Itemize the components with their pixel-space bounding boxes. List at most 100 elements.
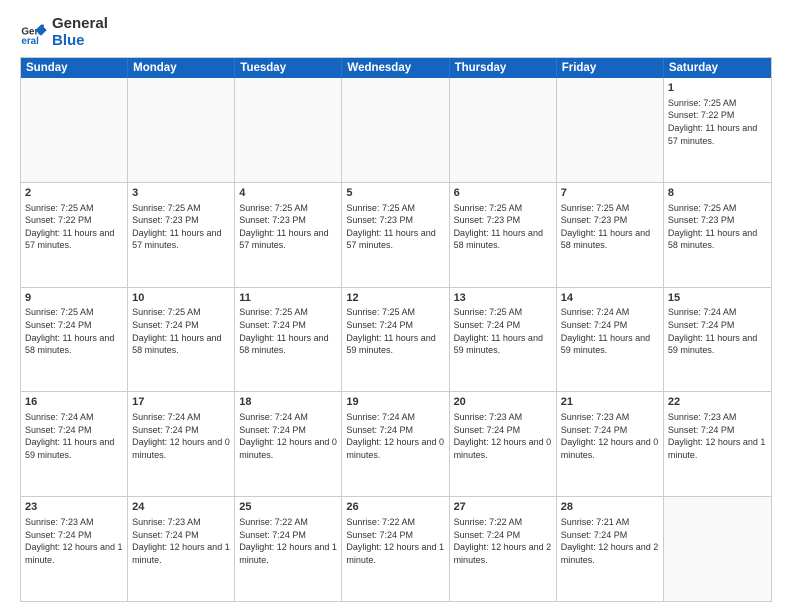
- day-cell-23: 23Sunrise: 7:23 AM Sunset: 7:24 PM Dayli…: [21, 497, 128, 601]
- day-cell-19: 19Sunrise: 7:24 AM Sunset: 7:24 PM Dayli…: [342, 392, 449, 496]
- day-info: Sunrise: 7:23 AM Sunset: 7:24 PM Dayligh…: [668, 411, 767, 461]
- day-info: Sunrise: 7:25 AM Sunset: 7:24 PM Dayligh…: [25, 306, 123, 356]
- svg-text:eral: eral: [21, 36, 39, 47]
- empty-cell: [450, 78, 557, 182]
- header-cell-thursday: Thursday: [450, 58, 557, 78]
- day-info: Sunrise: 7:22 AM Sunset: 7:24 PM Dayligh…: [346, 516, 444, 566]
- calendar-row: 16 Sunrise: 7:24 AM Sunset: 7:24 PM Dayli…: [21, 392, 771, 497]
- calendar: SundayMondayTuesdayWednesdayThursdayFrid…: [20, 57, 772, 602]
- day-cell-14: 14Sunrise: 7:24 AM Sunset: 7:24 PM Dayli…: [557, 288, 664, 392]
- header-cell-sunday: Sunday: [21, 58, 128, 78]
- day-info: Sunrise: 7:24 AM Sunset: 7:24 PM Dayligh…: [561, 306, 659, 356]
- day-number: 6: [454, 186, 552, 201]
- day-number: 17: [132, 395, 230, 410]
- day-info: Sunrise: 7:24 AM Sunset: 7:24 PM Dayligh…: [132, 411, 230, 461]
- header-cell-wednesday: Wednesday: [342, 58, 449, 78]
- day-info: Sunrise: 7:25 AM Sunset: 7:24 PM Dayligh…: [132, 306, 230, 356]
- day-cell-3: 3Sunrise: 7:25 AM Sunset: 7:23 PM Daylig…: [128, 183, 235, 287]
- day-number: 18: [239, 395, 337, 410]
- day-cell-5: 5Sunrise: 7:25 AM Sunset: 7:23 PM Daylig…: [342, 183, 449, 287]
- header-cell-monday: Monday: [128, 58, 235, 78]
- day-number: 15: [668, 291, 767, 306]
- day-info: Sunrise: 7:21 AM Sunset: 7:24 PM Dayligh…: [561, 516, 659, 566]
- day-cell-12: 12Sunrise: 7:25 AM Sunset: 7:24 PM Dayli…: [342, 288, 449, 392]
- day-number: 16: [25, 395, 123, 410]
- header-cell-saturday: Saturday: [664, 58, 771, 78]
- logo: Gen eral General Blue: [20, 16, 108, 49]
- day-number: 19: [346, 395, 444, 410]
- day-cell-27: 27Sunrise: 7:22 AM Sunset: 7:24 PM Dayli…: [450, 497, 557, 601]
- day-info: Sunrise: 7:24 AM Sunset: 7:24 PM Dayligh…: [346, 411, 444, 461]
- calendar-row: 1Sunrise: 7:25 AM Sunset: 7:22 PM Daylig…: [21, 78, 771, 183]
- day-info: Sunrise: 7:23 AM Sunset: 7:24 PM Dayligh…: [561, 411, 659, 461]
- day-number: 11: [239, 291, 337, 306]
- logo-blue: Blue: [52, 33, 108, 50]
- empty-cell: [664, 497, 771, 601]
- day-number: 26: [346, 500, 444, 515]
- day-info: Sunrise: 7:25 AM Sunset: 7:24 PM Dayligh…: [346, 306, 444, 356]
- day-number: 3: [132, 186, 230, 201]
- day-cell-28: 28Sunrise: 7:21 AM Sunset: 7:24 PM Dayli…: [557, 497, 664, 601]
- day-info: Sunrise: 7:23 AM Sunset: 7:24 PM Dayligh…: [454, 411, 552, 461]
- day-info: Sunrise: 7:22 AM Sunset: 7:24 PM Dayligh…: [454, 516, 552, 566]
- day-info: Sunrise: 7:23 AM Sunset: 7:24 PM Dayligh…: [25, 516, 123, 566]
- day-number: 7: [561, 186, 659, 201]
- day-info: Sunrise: 7:24 AM Sunset: 7:24 PM Dayligh…: [239, 411, 337, 461]
- day-number: 13: [454, 291, 552, 306]
- day-cell-10: 10Sunrise: 7:25 AM Sunset: 7:24 PM Dayli…: [128, 288, 235, 392]
- empty-cell: [235, 78, 342, 182]
- day-info: Sunrise: 7:25 AM Sunset: 7:23 PM Dayligh…: [132, 202, 230, 252]
- day-cell-26: 26Sunrise: 7:22 AM Sunset: 7:24 PM Dayli…: [342, 497, 449, 601]
- day-info: Sunrise: 7:24 AM Sunset: 7:24 PM Dayligh…: [668, 306, 767, 356]
- day-cell-2: 2Sunrise: 7:25 AM Sunset: 7:22 PM Daylig…: [21, 183, 128, 287]
- day-number: 12: [346, 291, 444, 306]
- day-number: 20: [454, 395, 552, 410]
- day-number: 1: [668, 81, 767, 96]
- empty-cell: [342, 78, 449, 182]
- day-cell-17: 17Sunrise: 7:24 AM Sunset: 7:24 PM Dayli…: [128, 392, 235, 496]
- day-info: Sunrise: 7:25 AM Sunset: 7:23 PM Dayligh…: [561, 202, 659, 252]
- day-cell-9: 9Sunrise: 7:25 AM Sunset: 7:24 PM Daylig…: [21, 288, 128, 392]
- day-cell-11: 11Sunrise: 7:25 AM Sunset: 7:24 PM Dayli…: [235, 288, 342, 392]
- day-cell-22: 22Sunrise: 7:23 AM Sunset: 7:24 PM Dayli…: [664, 392, 771, 496]
- day-cell-15: 15Sunrise: 7:24 AM Sunset: 7:24 PM Dayli…: [664, 288, 771, 392]
- day-number: 8: [668, 186, 767, 201]
- calendar-body: 1Sunrise: 7:25 AM Sunset: 7:22 PM Daylig…: [21, 78, 771, 601]
- day-number: 10: [132, 291, 230, 306]
- day-info: Sunrise: 7:25 AM Sunset: 7:23 PM Dayligh…: [454, 202, 552, 252]
- day-number: 9: [25, 291, 123, 306]
- day-info: Sunrise: 7:25 AM Sunset: 7:22 PM Dayligh…: [668, 97, 767, 147]
- day-info: Sunrise: 7:23 AM Sunset: 7:24 PM Dayligh…: [132, 516, 230, 566]
- day-number: 21: [561, 395, 659, 410]
- day-number: 25: [239, 500, 337, 515]
- day-cell-6: 6Sunrise: 7:25 AM Sunset: 7:23 PM Daylig…: [450, 183, 557, 287]
- calendar-row: 2Sunrise: 7:25 AM Sunset: 7:22 PM Daylig…: [21, 183, 771, 288]
- calendar-header: SundayMondayTuesdayWednesdayThursdayFrid…: [21, 58, 771, 78]
- day-cell-20: 20Sunrise: 7:23 AM Sunset: 7:24 PM Dayli…: [450, 392, 557, 496]
- day-number: 14: [561, 291, 659, 306]
- calendar-row: 23Sunrise: 7:23 AM Sunset: 7:24 PM Dayli…: [21, 497, 771, 601]
- empty-cell: [21, 78, 128, 182]
- day-number: 5: [346, 186, 444, 201]
- day-cell-21: 21Sunrise: 7:23 AM Sunset: 7:24 PM Dayli…: [557, 392, 664, 496]
- page-header: Gen eral General Blue: [20, 16, 772, 49]
- day-number: 27: [454, 500, 552, 515]
- day-number: 23: [25, 500, 123, 515]
- logo-general: General: [52, 16, 108, 33]
- calendar-row: 9Sunrise: 7:25 AM Sunset: 7:24 PM Daylig…: [21, 288, 771, 393]
- day-number: 2: [25, 186, 123, 201]
- day-info: Sunrise: 7:25 AM Sunset: 7:23 PM Dayligh…: [346, 202, 444, 252]
- day-number: 22: [668, 395, 767, 410]
- day-cell-25: 25Sunrise: 7:22 AM Sunset: 7:24 PM Dayli…: [235, 497, 342, 601]
- day-info: Sunrise: 7:25 AM Sunset: 7:22 PM Dayligh…: [25, 202, 123, 252]
- header-cell-tuesday: Tuesday: [235, 58, 342, 78]
- empty-cell: [557, 78, 664, 182]
- day-cell-4: 4Sunrise: 7:25 AM Sunset: 7:23 PM Daylig…: [235, 183, 342, 287]
- empty-cell: [128, 78, 235, 182]
- day-info: Sunrise: 7:25 AM Sunset: 7:23 PM Dayligh…: [668, 202, 767, 252]
- day-cell-16: 16Sunrise: 7:24 AM Sunset: 7:24 PM Dayli…: [21, 392, 128, 496]
- day-info: Sunrise: 7:25 AM Sunset: 7:24 PM Dayligh…: [454, 306, 552, 356]
- day-cell-8: 8Sunrise: 7:25 AM Sunset: 7:23 PM Daylig…: [664, 183, 771, 287]
- logo-icon: Gen eral: [20, 19, 48, 47]
- day-number: 4: [239, 186, 337, 201]
